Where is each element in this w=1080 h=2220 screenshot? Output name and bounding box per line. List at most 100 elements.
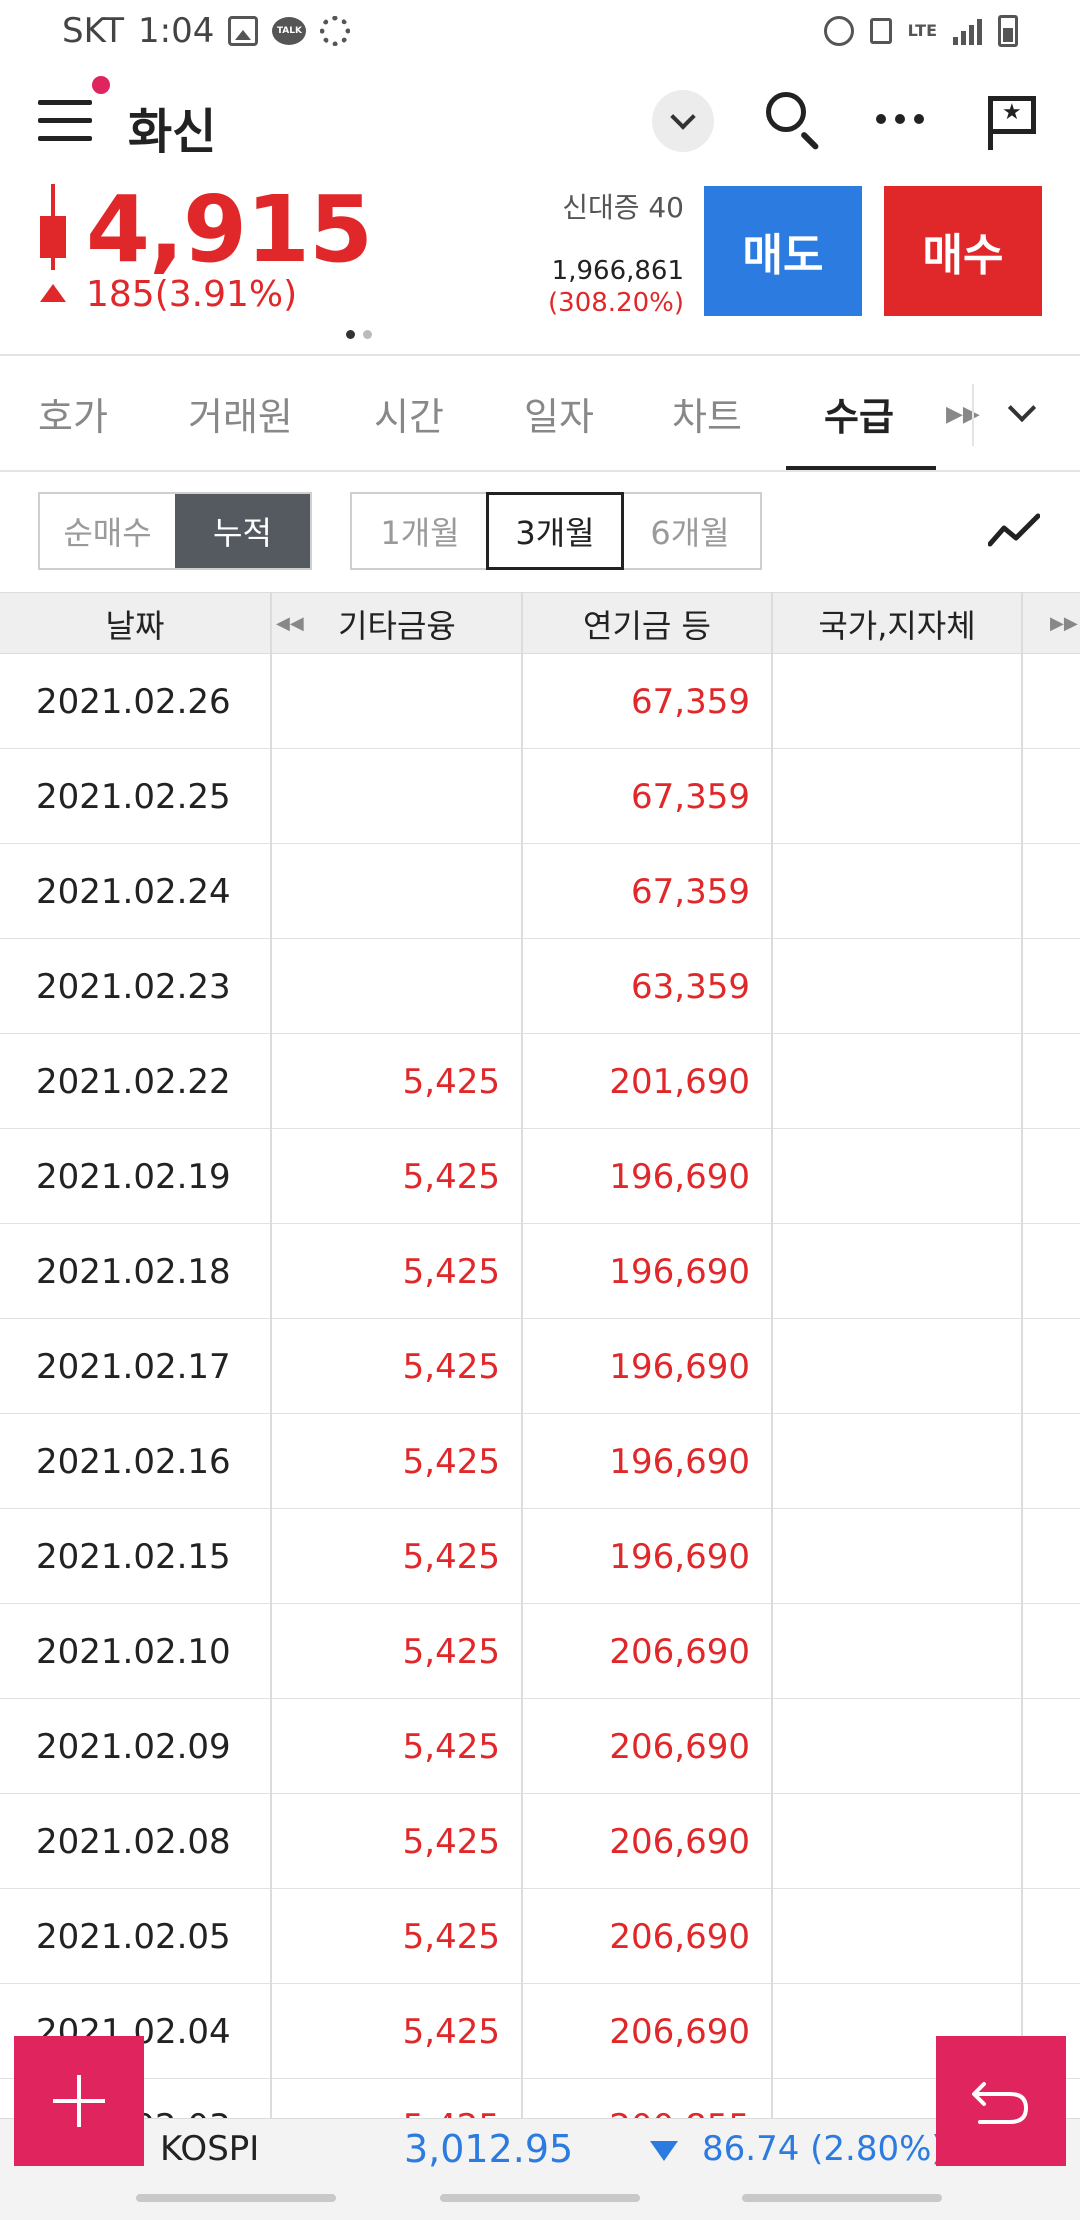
stock-dropdown-button[interactable]	[652, 90, 714, 152]
cell-other-finance: 5,425	[402, 1061, 500, 1102]
cell-date: 2021.02.09	[36, 1726, 231, 1767]
table-row[interactable]: 2021.02.18 5,425 196,690	[0, 1224, 1080, 1319]
cell-pension: 196,690	[609, 1251, 750, 1292]
margin-label: 신대증 40	[562, 191, 684, 224]
table-row[interactable]: 2021.02.04 5,425 206,690	[0, 1984, 1080, 2079]
add-button[interactable]	[14, 2036, 144, 2166]
table-row[interactable]: 2021.02.15 5,425 196,690	[0, 1509, 1080, 1604]
tab-orderbook[interactable]: 호가	[38, 386, 108, 441]
table-row[interactable]: 2021.02.08 5,425 206,690	[0, 1794, 1080, 1889]
trend-line-icon[interactable]	[988, 510, 1040, 550]
column-header-date[interactable]: 날짜	[0, 593, 270, 655]
cell-date: 2021.02.15	[36, 1536, 231, 1577]
cell-government	[772, 1604, 1000, 1699]
mode-cumulative[interactable]: 누적	[175, 494, 310, 568]
cell-other-finance: 5,425	[402, 1156, 500, 1197]
nav-home-button[interactable]	[440, 2194, 640, 2202]
table-row[interactable]: 2021.02.22 5,425 201,690	[0, 1034, 1080, 1129]
flag-star-icon[interactable]: ★	[988, 96, 1038, 150]
cell-government	[772, 1129, 1000, 1224]
column-divider	[771, 592, 773, 2118]
cell-other-finance	[272, 654, 500, 749]
search-icon[interactable]	[766, 92, 824, 151]
table-row[interactable]: 2021.02.16 5,425 196,690	[0, 1414, 1080, 1509]
table-row[interactable]: 2021.02.25 67,359	[0, 749, 1080, 844]
cell-government	[772, 1509, 1000, 1604]
chevron-down-icon	[670, 104, 696, 130]
cell-pension: 206,690	[609, 1916, 750, 1957]
cell-pension: 200,855	[522, 2079, 750, 2120]
stock-name[interactable]: 화신	[128, 92, 216, 162]
tab-menu-chevron-icon[interactable]	[1007, 393, 1037, 423]
cell-pension: 67,359	[631, 776, 750, 817]
app-header: 화신 ★	[0, 62, 1080, 180]
cell-government	[772, 1319, 1000, 1414]
tab-chart[interactable]: 차트	[672, 386, 742, 441]
divider	[0, 470, 1080, 472]
talk-icon: TALK	[272, 17, 307, 45]
table-row[interactable]: 2021.02.17 5,425 196,690	[0, 1319, 1080, 1414]
period-6m[interactable]: 6개월	[622, 494, 758, 568]
undo-button[interactable]	[936, 2036, 1066, 2166]
system-nav-bar	[0, 2180, 1080, 2220]
tab-scroll-right-icon[interactable]: ▶▶	[946, 402, 980, 427]
table-row[interactable]: 2021.02.26 67,359	[0, 654, 1080, 749]
table-row[interactable]: 2021.02.09 5,425 206,690	[0, 1699, 1080, 1794]
cell-other-finance: 5,425	[402, 2011, 500, 2052]
cell-date: 2021.02.19	[36, 1156, 231, 1197]
up-triangle-icon	[40, 284, 66, 302]
cell-pension: 196,690	[609, 1346, 750, 1387]
index-value: 3,012.95	[404, 2127, 574, 2171]
table-row[interactable]: 2021.02.10 5,425 206,690	[0, 1604, 1080, 1699]
cell-other-finance	[272, 749, 500, 844]
cell-pension: 67,359	[631, 871, 750, 912]
column-header-other-finance[interactable]: 기타금융	[272, 593, 522, 655]
cell-pension: 67,359	[631, 681, 750, 722]
data-table[interactable]: 2021.02.26 67,359 2021.02.25 67,359 2021.02.…	[0, 654, 1080, 2119]
cell-other-finance: 5,425	[402, 1821, 500, 1862]
cell-date: 2021.02.22	[36, 1061, 231, 1102]
menu-icon[interactable]	[38, 100, 92, 144]
table-row[interactable]: 2021.02.24 67,359	[0, 844, 1080, 939]
column-header-government[interactable]: 국가,지자체	[772, 593, 1022, 655]
price-change: 185(3.91%)	[86, 274, 298, 315]
buy-button[interactable]: 매수	[884, 186, 1042, 316]
table-row[interactable]: 2021.02.035,425200,855	[0, 2079, 1080, 2120]
sell-button[interactable]: 매도	[704, 186, 862, 316]
cell-government	[772, 939, 1000, 1034]
cell-pension: 206,690	[609, 1726, 750, 1767]
table-row[interactable]: 2021.02.05 5,425 206,690	[0, 1889, 1080, 1984]
column-header-pension[interactable]: 연기금 등	[522, 593, 772, 655]
cell-government	[772, 1224, 1000, 1319]
tab-time[interactable]: 시간	[374, 386, 444, 441]
table-row[interactable]: 2021.02.19 5,425 196,690	[0, 1129, 1080, 1224]
tab-daily[interactable]: 일자	[524, 386, 594, 441]
cell-other-finance: 5,425	[402, 1346, 500, 1387]
cell-other-finance	[272, 844, 500, 939]
table-row[interactable]: 2021.02.23 63,359	[0, 939, 1080, 1034]
lte-icon: LTE	[907, 21, 937, 40]
mode-net-buy[interactable]: 순매수	[40, 494, 175, 568]
period-1m[interactable]: 1개월	[352, 494, 488, 568]
alarm-icon	[823, 16, 854, 46]
index-ticker[interactable]: KOSPI 3,012.95 86.74 (2.80%)	[0, 2118, 1080, 2180]
nav-back-button[interactable]	[742, 2194, 942, 2202]
index-name: KOSPI	[160, 2129, 260, 2169]
nav-recent-button[interactable]	[136, 2194, 336, 2202]
tab-supply[interactable]: 수급	[824, 386, 894, 441]
column-divider	[521, 592, 523, 2118]
candle-body	[40, 216, 66, 258]
cell-other-finance	[272, 939, 500, 1034]
tab-broker[interactable]: 거래원	[188, 386, 293, 441]
cell-pension: 206,690	[609, 2011, 750, 2052]
more-icon[interactable]	[876, 114, 924, 124]
cell-other-finance: 5,425	[402, 1251, 500, 1292]
cell-other-finance: 5,425	[402, 1726, 500, 1767]
page-indicator	[346, 330, 372, 339]
volume-value: 1,966,861	[551, 256, 684, 286]
scroll-right-icon[interactable]: ▶▶	[1050, 613, 1078, 634]
cell-other-finance: 5,425	[402, 1916, 500, 1957]
mute-icon	[869, 18, 892, 44]
cell-date: 2021.02.05	[36, 1916, 231, 1957]
period-3m[interactable]: 3개월	[486, 492, 624, 570]
